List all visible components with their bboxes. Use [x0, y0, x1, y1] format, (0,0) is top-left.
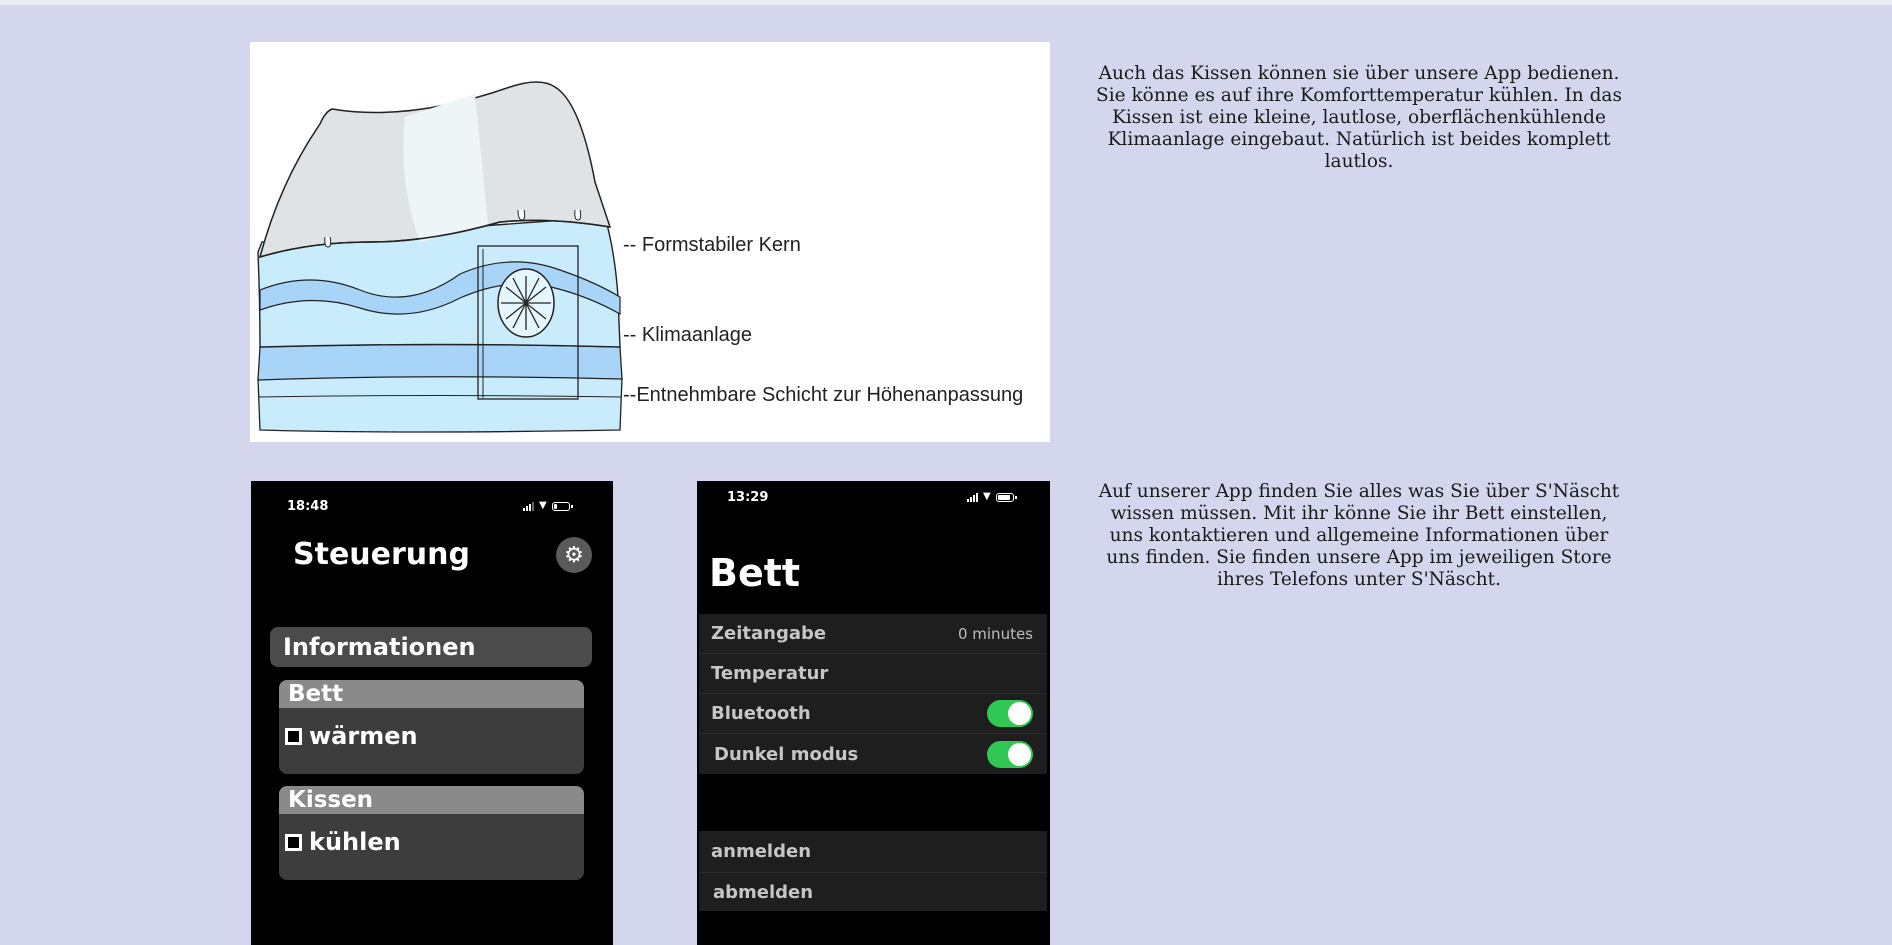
callout-core: -- Formstabiler Kern: [623, 234, 801, 256]
wifi-icon: ▼: [539, 500, 547, 511]
dark-mode-toggle[interactable]: [987, 740, 1033, 768]
callout-layer: --Entnehmbare Schicht zur Höhenanpassung: [623, 384, 1024, 406]
bed-warm-option[interactable]: wärmen: [279, 708, 584, 750]
page-title: Bett: [709, 551, 801, 595]
setting-row-temperatur[interactable]: Temperatur: [699, 654, 1047, 694]
signal-icon: [967, 492, 978, 502]
battery-icon: [551, 501, 573, 511]
status-time: 18:48: [287, 499, 329, 514]
pillow-cool-option[interactable]: kühlen: [279, 814, 584, 856]
top-strip: [0, 0, 1892, 5]
setting-row-dunkel-modus: Dunkel modus: [699, 734, 1047, 774]
signal-icon: [523, 501, 534, 511]
bluetooth-toggle[interactable]: [987, 700, 1033, 727]
logout-row[interactable]: abmelden: [699, 873, 1047, 911]
phone-bed-screenshot: 13:29 ▼ Bett Zeitangabe 0 minutes Temper…: [697, 481, 1050, 945]
setting-row-bluetooth: Bluetooth: [699, 694, 1047, 734]
pillow-card: Kissen kühlen: [279, 786, 584, 880]
pillow-illustration: -- Formstabiler Kern -- Klimaanlage --En…: [250, 42, 1050, 442]
gear-icon[interactable]: ⚙: [556, 537, 592, 573]
setting-row-zeitangabe[interactable]: Zeitangabe 0 minutes: [699, 614, 1047, 654]
settings-group: Zeitangabe 0 minutes Temperatur Bluetoot…: [699, 614, 1047, 774]
pillow-description: Auch das Kissen können sie über unsere A…: [1096, 63, 1622, 172]
warm-label: wärmen: [309, 722, 418, 750]
pillow-card-header: Kissen: [279, 786, 584, 814]
phone-control-screenshot: 18:48 ▼ Steuerung ⚙ Informationen Bett w…: [251, 481, 613, 945]
status-time: 13:29: [727, 490, 769, 505]
setting-label: Dunkel modus: [714, 743, 859, 765]
bed-card-header: Bett: [279, 680, 584, 708]
callout-climate: -- Klimaanlage: [623, 324, 752, 346]
bed-card: Bett wärmen: [279, 680, 584, 774]
battery-icon: [995, 492, 1017, 502]
cool-label: kühlen: [309, 828, 401, 856]
wifi-icon: ▼: [983, 491, 991, 502]
informationen-button[interactable]: Informationen: [270, 627, 592, 667]
status-icons: ▼: [967, 491, 1017, 502]
login-row[interactable]: anmelden: [699, 831, 1047, 873]
app-description: Auf unserer App finden Sie alles was Sie…: [1098, 481, 1620, 590]
status-icons: ▼: [523, 500, 573, 511]
warm-checkbox[interactable]: [285, 727, 302, 745]
setting-value: 0 minutes: [957, 624, 1033, 643]
account-group: anmelden abmelden: [699, 831, 1047, 911]
setting-label: Zeitangabe: [711, 623, 827, 644]
page-title: Steuerung: [293, 537, 470, 572]
cool-checkbox[interactable]: [285, 833, 302, 851]
setting-label: Bluetooth: [711, 703, 811, 724]
setting-label: Temperatur: [711, 663, 829, 684]
